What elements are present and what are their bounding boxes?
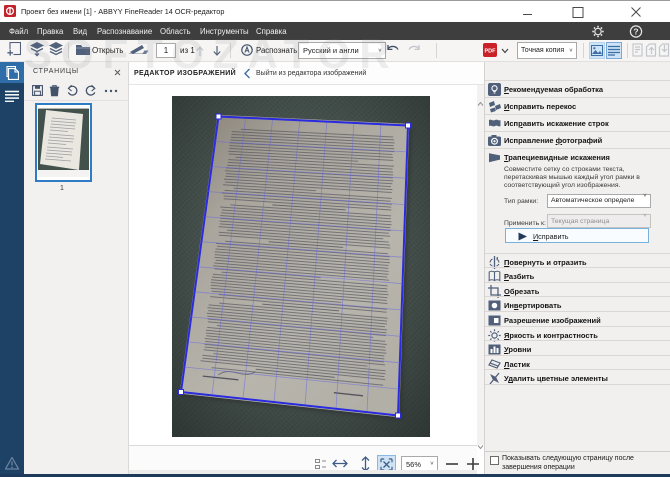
svg-text:PDF: PDF: [485, 49, 497, 55]
svg-text:?: ?: [633, 27, 638, 37]
